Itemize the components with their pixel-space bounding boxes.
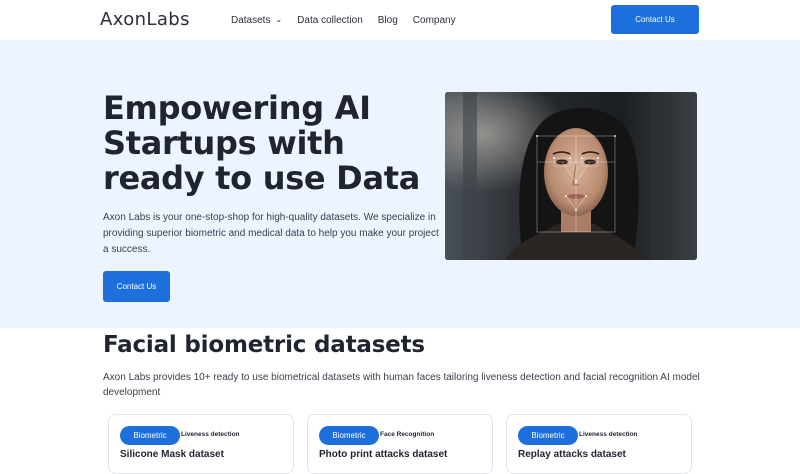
header-contact-button[interactable]: Contact Us: [611, 5, 699, 34]
nav-data-collection-label: Data collection: [297, 15, 363, 26]
dataset-card[interactable]: Biometric Liveness detection Replay atta…: [506, 414, 692, 474]
logo[interactable]: AxonLabs: [100, 9, 190, 30]
nav-blog[interactable]: Blog: [378, 15, 398, 26]
hero-title: Empowering AI Startups with ready to use…: [103, 89, 421, 197]
nav-blog-label: Blog: [377, 15, 398, 26]
main-nav: Datasets ⌄ Data collection Blog Company: [231, 15, 471, 26]
card-tag: Face Recognition: [380, 431, 435, 438]
hero-contact-button[interactable]: Contact Us: [103, 271, 170, 302]
card-badge: Biometric: [120, 426, 180, 445]
hero-subtitle: Axon Labs is your one-stop-shop for high…: [103, 212, 439, 255]
card-badge: Biometric: [518, 426, 578, 445]
hero-section: Empowering AI Startups with ready to use…: [0, 40, 800, 328]
dataset-card[interactable]: Biometric Face Recognition Photo print a…: [307, 414, 493, 474]
card-tag: Liveness detection: [181, 431, 240, 438]
nav-company[interactable]: Company: [413, 15, 456, 26]
nav-datasets[interactable]: Datasets ⌄: [231, 15, 282, 26]
datasets-section-description: Axon Labs provides 10+ ready to use biom…: [103, 372, 700, 398]
datasets-section-title: Facial biometric datasets: [103, 332, 425, 358]
card-tag: Liveness detection: [579, 431, 638, 438]
site-header: AxonLabs Datasets ⌄ Data collection Blog…: [0, 0, 800, 40]
nav-data-collection[interactable]: Data collection: [297, 15, 363, 26]
card-title: Photo print attacks dataset: [319, 449, 448, 460]
dataset-card[interactable]: Biometric Liveness detection Silicone Ma…: [108, 414, 294, 474]
card-badge: Biometric: [319, 426, 379, 445]
card-title: Replay attacks dataset: [518, 449, 626, 460]
nav-datasets-label: Datasets: [231, 15, 271, 26]
face-scan-illustration: [445, 92, 697, 260]
hero-face-scan-image: [445, 92, 697, 260]
chevron-down-icon: ⌄: [275, 15, 283, 24]
card-title: Silicone Mask dataset: [120, 449, 224, 460]
nav-company-label: Company: [412, 15, 456, 26]
